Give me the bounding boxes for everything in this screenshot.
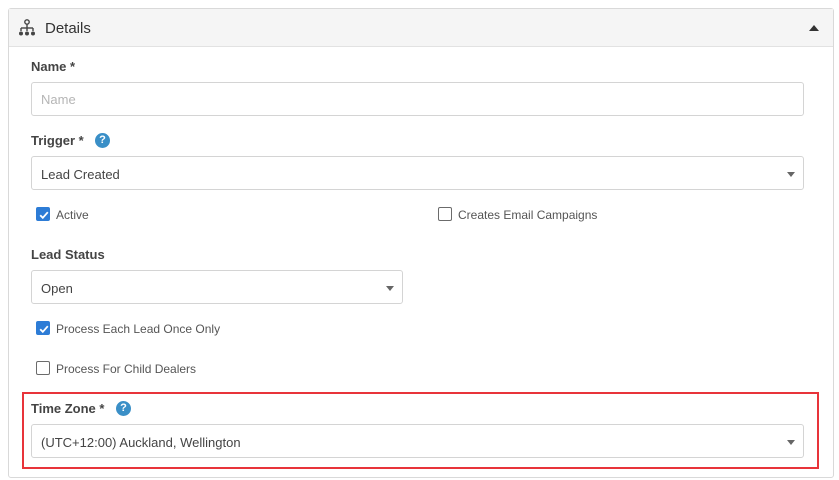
name-label: Name * [31, 59, 76, 74]
time-zone-select[interactable]: (UTC+12:00) Auckland, Wellington [31, 424, 804, 458]
process-for-child-dealers-label[interactable]: Process For Child Dealers [56, 362, 196, 376]
check-icon [39, 211, 49, 220]
trigger-selected-value: Lead Created [41, 167, 120, 182]
chevron-down-icon [386, 286, 394, 291]
active-checkbox[interactable] [36, 207, 50, 221]
process-for-child-dealers-checkbox[interactable] [36, 361, 50, 375]
active-label[interactable]: Active [56, 208, 89, 222]
chevron-down-icon [787, 172, 795, 177]
panel-title: Details [45, 20, 91, 37]
lead-status-select[interactable]: Open [31, 270, 403, 304]
lead-status-selected-value: Open [41, 281, 73, 296]
creates-email-campaigns-checkbox[interactable] [438, 207, 452, 221]
time-zone-selected-value: (UTC+12:00) Auckland, Wellington [41, 435, 241, 450]
panel-header[interactable]: Details [9, 9, 833, 47]
process-each-lead-once-checkbox[interactable] [36, 321, 50, 335]
time-zone-label: Time Zone * [31, 401, 105, 416]
sitemap-icon [19, 19, 35, 36]
trigger-label: Trigger * [31, 133, 84, 148]
caret-up-icon[interactable] [809, 25, 819, 31]
creates-email-campaigns-label[interactable]: Creates Email Campaigns [458, 208, 597, 222]
name-input[interactable] [31, 82, 804, 116]
check-icon [39, 325, 49, 334]
trigger-select[interactable]: Lead Created [31, 156, 804, 190]
help-icon[interactable]: ? [116, 401, 131, 416]
chevron-down-icon [787, 440, 795, 445]
lead-status-label: Lead Status [31, 247, 105, 262]
help-icon[interactable]: ? [95, 133, 110, 148]
process-each-lead-once-label[interactable]: Process Each Lead Once Only [56, 322, 220, 336]
